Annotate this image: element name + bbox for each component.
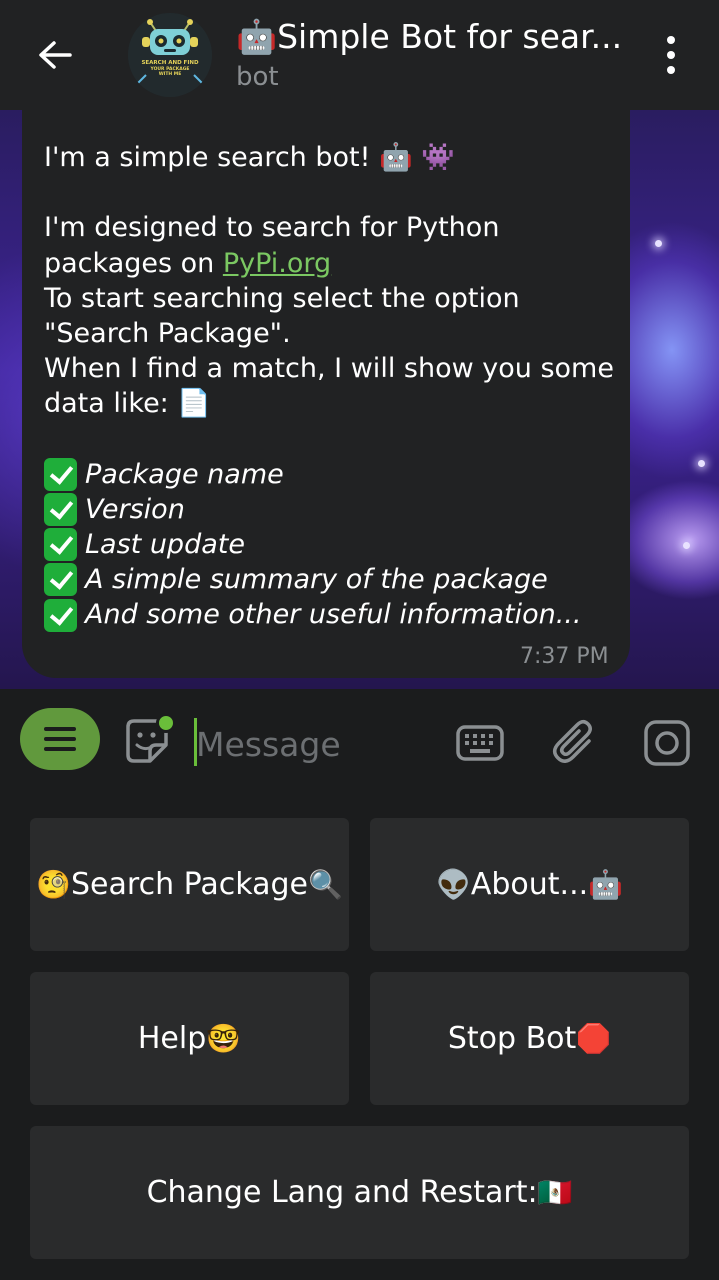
search-package-button[interactable]: 🧐 Search Package 🔍 — [30, 818, 349, 951]
robot-icon: 🤖 — [588, 867, 624, 901]
pypi-link[interactable]: PyPi.org — [223, 248, 331, 279]
message-line-option: "Search Package". — [44, 317, 291, 349]
message-intro: I'm a simple search bot! 🤖 👾 — [44, 142, 455, 173]
message-line-match: When I find a match, I will show you som… — [44, 353, 614, 385]
avatar-text-line-3: WITH ME — [159, 71, 182, 77]
list-item: And some other useful information... — [22, 597, 612, 632]
stop-sign-icon: 🛑 — [576, 1021, 612, 1055]
magnifier-icon: 🔍 — [307, 867, 343, 901]
arrow-left-icon — [39, 41, 72, 69]
wallpaper-sparkle — [655, 240, 662, 247]
message-input-bar — [0, 689, 719, 797]
list-item: Last update — [22, 527, 612, 562]
keyboard-icon[interactable] — [455, 719, 505, 767]
help-button[interactable]: Help 🤓 — [30, 972, 349, 1105]
back-button[interactable] — [32, 32, 78, 78]
hamburger-icon — [44, 727, 76, 731]
about-label: About... — [470, 867, 589, 902]
message-time: 7:37 PM — [520, 644, 609, 669]
new-stickers-badge — [156, 713, 176, 733]
wallpaper-sparkle — [698, 460, 705, 467]
stop-bot-label: Stop Bot — [447, 1021, 577, 1056]
checkmark-icon — [44, 457, 77, 491]
chat-header: SEARCH AND FIND YOUR PACKAGE WITH ME 🤖Si… — [0, 0, 719, 110]
vertical-dots-icon — [667, 36, 675, 44]
wallpaper-sparkle — [683, 542, 690, 549]
robot-logo-icon: SEARCH AND FIND YOUR PACKAGE WITH ME — [128, 13, 212, 97]
message-line-packages: packages on PyPi.org — [44, 247, 332, 279]
message-input[interactable] — [196, 721, 436, 767]
paperclip-icon[interactable] — [551, 719, 601, 767]
stop-bot-button[interactable]: Stop Bot 🛑 — [370, 972, 689, 1105]
message-line-designed: I'm designed to search for Python — [44, 212, 500, 244]
instagram-camera-icon[interactable] — [642, 719, 692, 767]
checkmark-icon — [44, 563, 77, 597]
alien-icon: 👽 — [435, 867, 471, 901]
nerd-face-icon: 🤓 — [206, 1021, 242, 1055]
more-options-button[interactable] — [652, 32, 690, 78]
mexico-flag-icon: 🇲🇽 — [537, 1175, 573, 1209]
chat-subtitle: bot — [236, 62, 279, 92]
chat-title[interactable]: 🤖Simple Bot for sear... — [236, 16, 636, 58]
message-text: I'm a simple search bot! 🤖 👾 I'm designe… — [22, 140, 614, 633]
change-lang-label: Change Lang and Restart: — [146, 1175, 538, 1210]
checkmark-icon — [44, 492, 77, 526]
message-line-data: data like: 📄 — [44, 388, 211, 420]
change-lang-button[interactable]: Change Lang and Restart: 🇲🇽 — [30, 1126, 689, 1259]
search-package-label: Search Package — [71, 867, 308, 902]
list-item: Version — [22, 492, 612, 527]
list-item: Package name — [22, 457, 612, 492]
list-item: A simple summary of the package — [22, 562, 612, 597]
checkmark-icon — [44, 528, 77, 562]
bot-menu-button[interactable] — [20, 708, 100, 770]
checkmark-icon — [44, 598, 77, 632]
bot-avatar[interactable]: SEARCH AND FIND YOUR PACKAGE WITH ME — [128, 13, 212, 97]
about-button[interactable]: 👽 About... 🤖 — [370, 818, 689, 951]
message-line-start: To start searching select the option — [44, 282, 520, 314]
avatar-text-line-1: SEARCH AND FIND — [141, 60, 199, 66]
help-label: Help — [137, 1021, 207, 1056]
monocle-face-icon: 🧐 — [36, 867, 72, 901]
